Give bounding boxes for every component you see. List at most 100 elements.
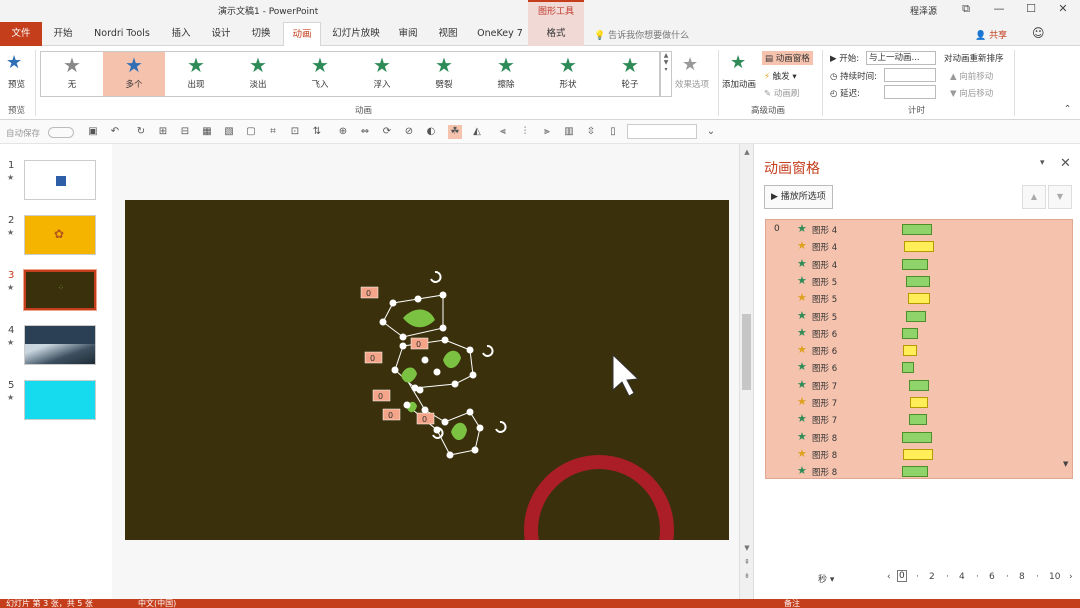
timing-bar[interactable] [903,345,917,357]
height-icon[interactable]: ⇳ [584,125,598,139]
redo-icon[interactable]: ↻ [134,125,148,139]
slide-thumbnail-4[interactable] [24,325,96,365]
tab-insert[interactable]: 插入 [166,22,196,46]
slide-thumbnail-1[interactable] [24,160,96,200]
save-icon[interactable]: ▣ [86,125,100,139]
notes-button[interactable]: 备注 [784,598,800,608]
page-icon[interactable]: ▯ [606,125,620,139]
user-name[interactable]: 程泽源 [910,4,937,17]
tab-slideshow[interactable]: 幻灯片放映 [328,22,384,46]
distribute-icon[interactable]: ⊡ [288,125,302,139]
timeline-right-icon[interactable]: › [1069,572,1073,582]
timing-bar[interactable] [908,293,930,305]
animation-row[interactable]: ★ 图形 8 [766,446,1072,463]
animation-row[interactable]: ★ 图形 8 [766,429,1072,446]
timing-bar[interactable] [909,414,927,426]
chart-icon[interactable]: ▥ [562,125,576,139]
add-animation-star-icon[interactable]: ★ [730,52,746,73]
move-earlier-button[interactable]: ▲ 向前移动 [950,70,993,82]
close-pane-icon[interactable]: ✕ [1060,156,1071,171]
animation-row[interactable]: 0 ★ 图形 4 [766,221,1072,238]
animation-row[interactable]: ★ 图形 4 [766,238,1072,255]
animation-effect-2[interactable]: ★ 出现 [165,52,227,96]
timing-bar[interactable] [902,258,928,270]
language-indicator[interactable]: 中文(中国) [138,598,176,608]
rotate-icon[interactable]: ⟳ [380,125,394,139]
preview-button[interactable]: 预览 [8,78,25,90]
animation-row[interactable]: ★ 图形 7 [766,411,1072,428]
move-up-button[interactable]: ▲ [1022,185,1046,209]
play-selected-button[interactable]: ▶ 播放所选项 [764,185,833,209]
autosave-toggle[interactable] [48,127,74,138]
align-icon[interactable]: ⊟ [178,125,192,139]
tab-transitions[interactable]: 切换 [246,22,276,46]
start-select[interactable]: 与上一动画... [866,51,936,65]
tab-home[interactable]: 开始 [48,22,78,46]
tab-view[interactable]: 视图 [432,22,464,46]
delay-input[interactable] [884,85,936,99]
collapse-ribbon-icon[interactable]: ⌃ [1064,104,1071,114]
slide-thumbnail-3[interactable]: ⁘ [23,269,97,311]
animation-effect-4[interactable]: ★ 飞入 [289,52,351,96]
timing-bar[interactable] [909,379,929,391]
animation-row[interactable]: ★ 图形 6 [766,325,1072,342]
seconds-dropdown[interactable]: 秒 ▾ [818,572,834,585]
animation-row[interactable]: ★ 图形 5 [766,308,1072,325]
tab-design[interactable]: 设计 [206,22,236,46]
undo-icon[interactable]: ↶ [108,125,122,139]
animation-effect-9[interactable]: ★ 轮子 [599,52,661,96]
animation-row[interactable]: ★ 图形 5 [766,273,1072,290]
move-down-button[interactable]: ▼ [1048,185,1072,209]
animation-effect-1[interactable]: ★ 多个 [103,52,165,96]
animation-row[interactable]: ★ 图形 8 [766,463,1072,478]
maximize-icon[interactable]: ☐ [1022,2,1040,18]
animation-painter-button[interactable]: ✎ 动画刷 [764,87,799,99]
timing-bar[interactable] [902,327,918,339]
animation-row[interactable]: ★ 图形 7 [766,377,1072,394]
timing-bar[interactable] [902,466,928,478]
effect-options-button[interactable]: 效果选项 [675,78,709,90]
timing-bar[interactable] [902,431,932,443]
slide-thumbnail-2[interactable]: ✿ [24,215,96,255]
animation-row[interactable]: ★ 图形 7 [766,394,1072,411]
animation-row[interactable]: ★ 图形 5 [766,290,1072,307]
quick-combo-box[interactable] [627,124,697,139]
restore-ribbon-icon[interactable]: ⧉ [957,2,975,18]
ungroup-icon[interactable]: ▧ [222,125,236,139]
customize-toolbar-icon[interactable]: ⌄ [704,125,718,139]
prev-slide-icon[interactable]: ⇞ [742,558,752,566]
tab-file[interactable]: 文件 [0,22,42,46]
group-icon[interactable]: ▦ [200,125,214,139]
timing-bar[interactable] [902,362,914,374]
animation-effect-5[interactable]: ★ 浮入 [351,52,413,96]
tab-animations[interactable]: 动画 [283,22,321,47]
scroll-up-icon[interactable]: ▲ [742,148,752,156]
animation-pane-button[interactable]: ▤ 动画窗格 [762,51,813,65]
next-slide-icon[interactable]: ⇟ [742,572,752,580]
scroll-down-icon[interactable]: ▼ [742,544,752,552]
tab-review[interactable]: 审阅 [392,22,424,46]
timing-bar[interactable] [906,310,926,322]
animation-row[interactable]: ★ 图形 6 [766,359,1072,376]
timing-bar[interactable] [910,397,928,408]
smiley-feedback-icon[interactable]: ☺ [1032,26,1045,40]
minimize-icon[interactable]: — [990,2,1008,18]
animation-row[interactable]: ★ 图形 4 [766,256,1072,273]
current-slide[interactable]: 0 0 0 0 0 0 [125,200,729,540]
animation-row[interactable]: ★ 图形 6 [766,342,1072,359]
timeline-left-icon[interactable]: ‹ [887,572,891,582]
preview-star-icon[interactable]: ★ [6,52,22,73]
tab-onekey[interactable]: OneKey 7 [472,22,528,46]
triangle-icon[interactable]: ◭ [470,125,484,139]
timing-bar[interactable] [902,224,932,235]
duration-input[interactable] [884,68,936,82]
animation-effect-7[interactable]: ★ 擦除 [475,52,537,96]
lock-icon[interactable]: ⊘ [402,125,416,139]
shape-icon[interactable]: ⊕ [336,125,350,139]
timing-bar[interactable] [904,241,934,253]
animation-list[interactable]: ▼ 0 ★ 图形 4 ★ 图形 4 ★ 图形 4 ★ 图形 5 ★ 图形 5 ★ 图形 5 ★ 图形 6 ★ 图… [765,219,1073,479]
animation-effect-3[interactable]: ★ 淡出 [227,52,289,96]
gallery-scroll[interactable]: ▲ ▼ ▾ [660,51,672,97]
add-animation-button[interactable]: 添加动画 [722,78,756,90]
animation-pane-quick-icon[interactable]: ☘ [448,125,462,139]
